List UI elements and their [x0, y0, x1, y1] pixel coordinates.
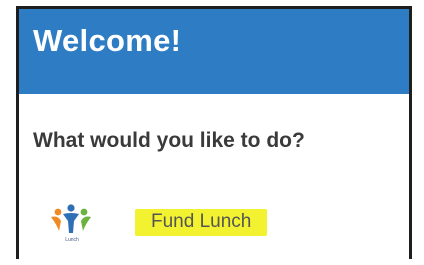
action-item-fund-lunch: Lunch Fund Lunch [33, 199, 333, 249]
fund-lunch-button[interactable]: Fund Lunch [135, 209, 268, 236]
logo-caption: Lunch [65, 237, 79, 243]
page-title: Welcome! [33, 23, 182, 58]
question-prompt: What would you like to do? [33, 129, 305, 152]
header-bar: Welcome! [19, 9, 409, 94]
lunch-program-logo-icon: Lunch [47, 203, 95, 247]
welcome-window: Welcome! What would you like to do? Lunc… [16, 6, 412, 259]
